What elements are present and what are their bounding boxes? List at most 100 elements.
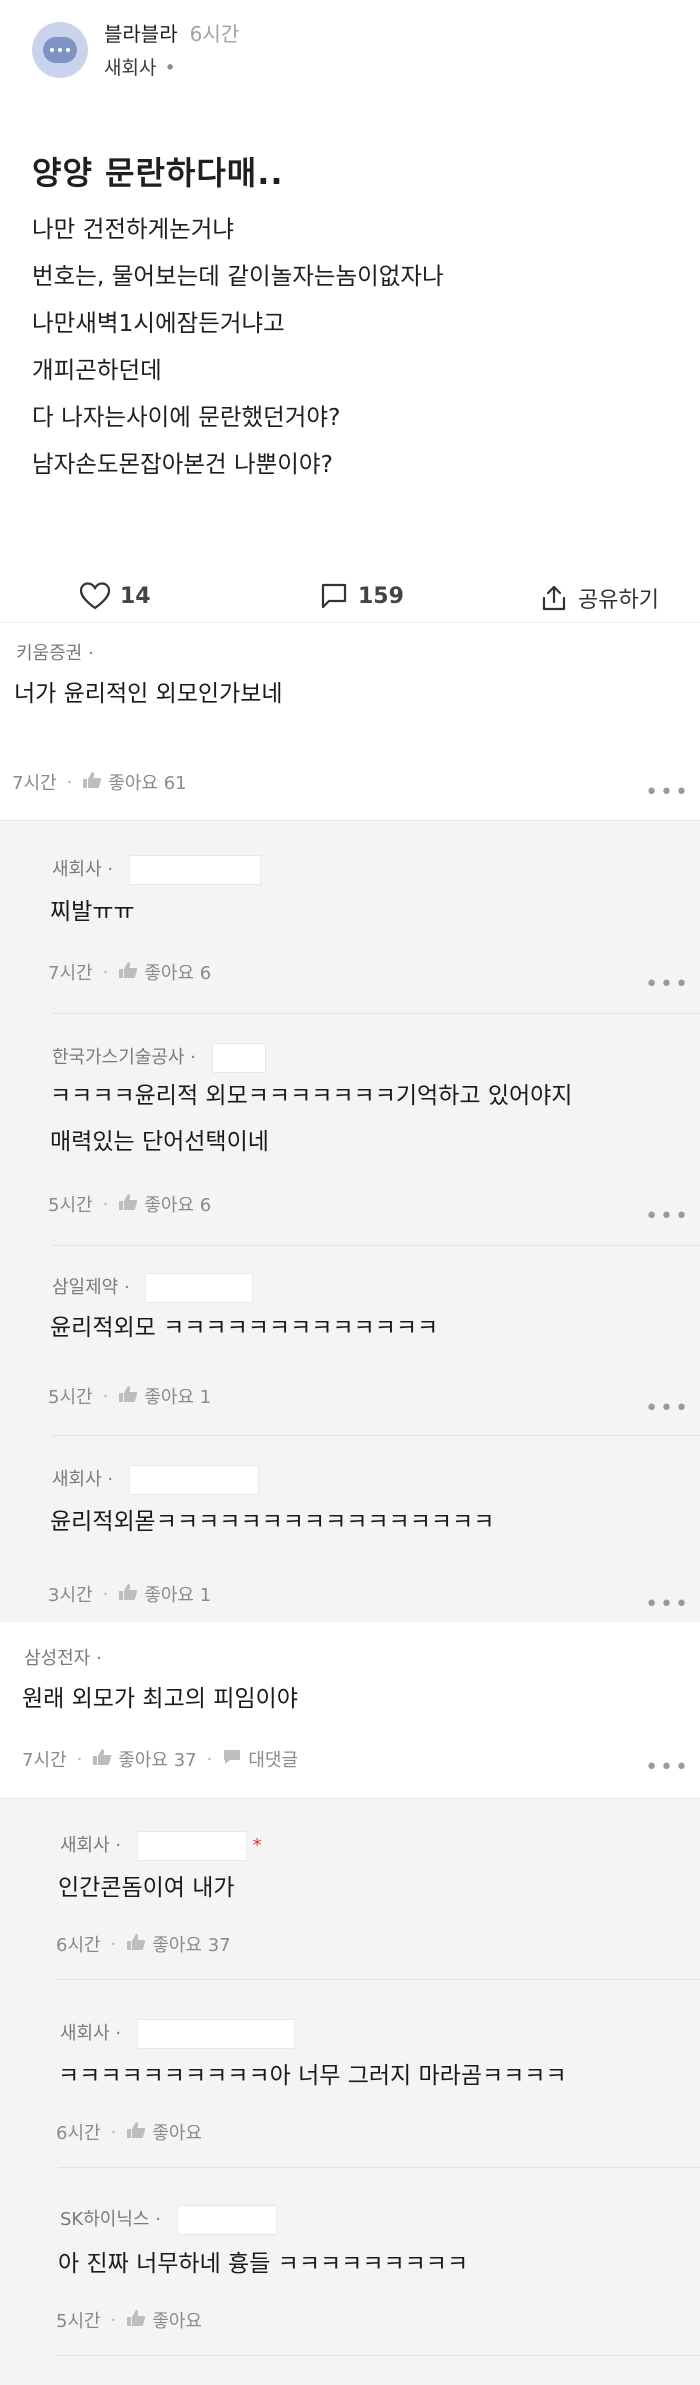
divider [58, 1979, 700, 1980]
reply-thread: 새회사 · * 인간콘돔이여 내가 6시간 · 좋아요 37 새회사 · ㅋㅋㅋㅋ… [0, 1798, 700, 2385]
comment-company[interactable]: 새회사 [60, 2023, 110, 2044]
comment-meta: 7시간 · 좋아요 6 [48, 959, 211, 985]
post-actions: 14 159 공유하기 [0, 582, 700, 618]
comment-like-label[interactable]: 좋아요 61 [108, 769, 186, 795]
divider [52, 1245, 700, 1246]
comment-company[interactable]: 새회사 [60, 1835, 110, 1856]
comment-time: 7시간 [12, 773, 57, 794]
comment-meta: 5시간 · 좋아요 1 [48, 1383, 211, 1409]
comment-meta: 6시간 · 좋아요 37 [56, 1931, 231, 1957]
comment-company[interactable]: 삼일제약 [52, 1277, 118, 1298]
more-options-icon[interactable]: ••• [645, 1398, 690, 1420]
comment-text: 윤리적외몯ㅋㅋㅋㅋㅋㅋㅋㅋㅋㅋㅋㅋㅋㅋㅋㅋ [50, 1509, 495, 1535]
reply-bubble-icon[interactable] [222, 1748, 242, 1771]
masked-nickname [136, 1831, 247, 1861]
reply-button[interactable]: 대댓글 [248, 1746, 298, 1772]
post-time: 6시간 [189, 22, 240, 46]
comment-time: 5시간 [48, 1387, 93, 1408]
more-options-icon[interactable]: ••• [645, 782, 690, 804]
thumbs-up-icon[interactable] [126, 2309, 146, 2332]
comment-company[interactable]: 키움증권 [16, 643, 82, 664]
comment-like-label[interactable]: 좋아요 6 [144, 1191, 211, 1217]
author-row: 블라블라 6시간 새회사 • [32, 22, 239, 80]
reply-thread: 새회사 · 찌발ㅠㅠ 7시간 · 좋아요 6 ••• 한국가스기술공사 · ㅋㅋㅋ… [0, 820, 700, 1622]
comment-like-label[interactable]: 좋아요 37 [118, 1746, 196, 1772]
like-button[interactable]: 14 [80, 582, 151, 610]
comment-time: 3시간 [48, 1585, 93, 1606]
comment-text: 너가 윤리적인 외모인가보네 [14, 681, 283, 707]
masked-nickname [145, 1273, 254, 1303]
comment-company[interactable]: 한국가스기술공사 [52, 1047, 184, 1068]
thumbs-up-icon[interactable] [82, 771, 102, 794]
thumbs-up-icon[interactable] [118, 961, 138, 984]
post-line: 번호는, 물어보는데 같이놀자는놈이없자나 [32, 262, 444, 290]
speech-bubble-icon [321, 583, 347, 609]
thumbs-up-icon[interactable] [126, 1933, 146, 1956]
thumbs-up-icon[interactable] [126, 2121, 146, 2144]
comment-company[interactable]: 삼성전자 [24, 1648, 90, 1669]
comment-time: 5시간 [48, 1195, 93, 1216]
comment-company[interactable]: 새회사 [52, 859, 102, 880]
thumbs-up-icon[interactable] [92, 1748, 112, 1771]
author-meta: 블라블라 6시간 새회사 • [104, 22, 239, 80]
comment-text: 인간콘돔이여 내가 [58, 1875, 235, 1901]
comment-company[interactable]: SK하이닉스 [60, 2209, 149, 2230]
comment-meta: 7시간 · 좋아요 61 [12, 769, 187, 795]
comment-like-label[interactable]: 좋아요 [152, 2307, 202, 2333]
more-options-icon[interactable]: ••• [645, 1206, 690, 1228]
company-dot: · [155, 2209, 161, 2230]
company-dot: · [115, 2023, 122, 2044]
comment-like-label[interactable]: 좋아요 1 [144, 1581, 211, 1607]
comment-meta: 6시간 · 좋아요 [56, 2119, 202, 2145]
post-line: 나만 건전하게논거냐 [32, 215, 235, 243]
comment-meta: 5시간 · 좋아요 6 [48, 1191, 211, 1217]
share-label: 공유하기 [578, 588, 659, 613]
comment-meta: 5시간 · 좋아요 [56, 2307, 202, 2333]
comment-time: 6시간 [56, 2123, 101, 2144]
comment-time: 7시간 [22, 1750, 67, 1771]
masked-nickname [176, 2205, 277, 2235]
company-dot: • [164, 57, 176, 79]
comment-company[interactable]: 새회사 [52, 1469, 102, 1490]
comment-time: 7시간 [48, 963, 93, 984]
comment-text: 찌발ㅠㅠ [50, 899, 135, 925]
comment-like-label[interactable]: 좋아요 1 [144, 1383, 211, 1409]
comment-text: 윤리적외모 ㅋㅋㅋㅋㅋㅋㅋㅋㅋㅋㅋㅋㅋ [50, 1315, 439, 1341]
comment-text-line: ㅋㅋㅋㅋ윤리적 외모ㅋㅋㅋㅋㅋㅋㅋ기억하고 있어야지 [50, 1083, 573, 1109]
company-dot: · [115, 1835, 122, 1856]
more-options-icon[interactable]: ••• [645, 1594, 690, 1616]
divider [58, 2167, 700, 2168]
comment-time: 5시간 [56, 2311, 101, 2332]
masked-nickname [136, 2019, 295, 2049]
share-button[interactable]: 공유하기 [540, 582, 659, 614]
comment-button[interactable]: 159 [320, 582, 404, 610]
comment-like-label[interactable]: 좋아요 37 [152, 1931, 230, 1957]
comment-meta: 3시간 · 좋아요 1 [48, 1581, 211, 1607]
comment: 삼성전자 · 원래 외모가 최고의 피임이야 7시간 · 좋아요 37 · 대댓글 … [0, 1622, 700, 1798]
author-name[interactable]: 블라블라 [104, 22, 178, 46]
thumbs-up-icon[interactable] [118, 1193, 138, 1216]
company-dot: · [95, 1648, 102, 1669]
post-line: 나만새벽1시에잠든거냐고 [32, 309, 285, 337]
divider [52, 1435, 700, 1436]
post-body: 나만 건전하게논거냐 번호는, 물어보는데 같이놀자는놈이없자나 나만새벽1시에… [32, 206, 444, 488]
comment-like-label[interactable]: 좋아요 [152, 2119, 202, 2145]
comment: 키움증권 · 너가 윤리적인 외모인가보네 7시간 · 좋아요 61 ••• [0, 622, 700, 820]
comment-text-line: 매력있는 단어선택이네 [50, 1129, 269, 1155]
post: 블라블라 6시간 새회사 • 양양 문란하다매.. 나만 건전하게논거냐 번호는, … [0, 0, 700, 622]
divider [52, 1013, 700, 1014]
more-options-icon[interactable]: ••• [645, 974, 690, 996]
comment-meta: 7시간 · 좋아요 37 · 대댓글 [22, 1746, 298, 1772]
avatar[interactable] [32, 22, 88, 78]
comment-text: ㅋㅋㅋㅋㅋㅋㅋㅋㅋㅋ아 너무 그러지 마라곰ㅋㅋㅋㅋ [58, 2063, 567, 2089]
comment-text: 아 진짜 너무하네 흉들 ㅋㅋㅋㅋㅋㅋㅋㅋㅋ [58, 2251, 469, 2277]
thumbs-up-icon[interactable] [118, 1385, 138, 1408]
company-dot: · [107, 859, 114, 880]
more-options-icon[interactable]: ••• [645, 1757, 690, 1779]
comment-time: 6시간 [56, 1935, 101, 1956]
thumbs-up-icon[interactable] [118, 1583, 138, 1606]
masked-nickname [128, 1465, 259, 1495]
company-dot: · [87, 643, 94, 664]
comment-like-label[interactable]: 좋아요 6 [144, 959, 211, 985]
divider [58, 2355, 700, 2356]
